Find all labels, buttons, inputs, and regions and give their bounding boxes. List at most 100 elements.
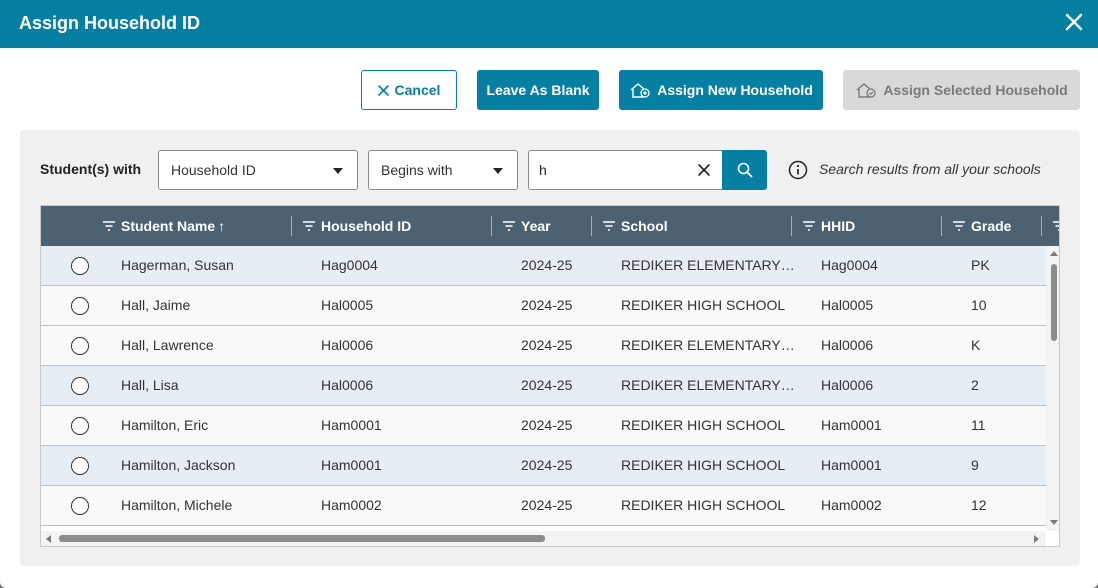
- row-select-radio[interactable]: [71, 377, 89, 395]
- cell-household-id: Hag0004: [321, 257, 378, 273]
- vertical-scroll-thumb[interactable]: [1051, 264, 1057, 341]
- assign-selected-household-label: Assign Selected Household: [883, 82, 1068, 98]
- column-divider[interactable]: [491, 216, 492, 236]
- column-header-household-id[interactable]: Household ID: [303, 206, 411, 246]
- search-field-select[interactable]: Household ID: [158, 150, 358, 190]
- scroll-left-icon[interactable]: [46, 535, 51, 543]
- scroll-right-icon[interactable]: [1034, 535, 1039, 543]
- table-row[interactable]: Hall, Lisa Hal0006 2024-25 REDIKER ELEME…: [41, 366, 1046, 406]
- cell-school: REDIKER ELEMENTARY…: [621, 337, 795, 353]
- cell-year: 2024-25: [521, 457, 573, 473]
- cell-household-id: Hal0005: [321, 297, 374, 313]
- cell-year: 2024-25: [521, 297, 573, 313]
- search-field-value: Household ID: [171, 162, 256, 178]
- column-header-grade[interactable]: Grade: [953, 206, 1011, 246]
- close-icon[interactable]: [1062, 10, 1086, 34]
- search-operator-value: Begins with: [381, 162, 453, 178]
- clear-icon[interactable]: [695, 161, 713, 179]
- cell-household-id: Hal0006: [321, 337, 374, 353]
- house-check-icon: [856, 83, 876, 98]
- cell-year: 2024-25: [521, 377, 573, 393]
- cell-hhid: Hal0006: [821, 377, 874, 393]
- column-header-student-name[interactable]: Student Name ↑: [103, 206, 225, 246]
- search-button[interactable]: [722, 150, 767, 190]
- horizontal-scroll-thumb[interactable]: [59, 535, 545, 542]
- filter-icon[interactable]: [803, 221, 815, 231]
- column-label: Student Name: [121, 218, 216, 234]
- cell-year: 2024-25: [521, 497, 573, 513]
- cell-student-name: Hamilton, Eric: [121, 417, 209, 433]
- cell-hhid: Ham0001: [821, 457, 882, 473]
- horizontal-scrollbar[interactable]: [41, 531, 1046, 546]
- cell-year: 2024-25: [521, 417, 573, 433]
- cell-grade: 10: [971, 297, 987, 313]
- row-select-radio[interactable]: [71, 297, 89, 315]
- filter-icon[interactable]: [503, 221, 515, 231]
- table-row[interactable]: Hall, Lawrence Hal0006 2024-25 REDIKER E…: [41, 326, 1046, 366]
- column-header-hhid[interactable]: HHID: [803, 206, 855, 246]
- grid-header: Student Name ↑ Household ID Year School: [41, 206, 1060, 246]
- search-operator-select[interactable]: Begins with: [368, 150, 518, 190]
- cell-grade: K: [971, 337, 981, 353]
- cancel-button[interactable]: Cancel: [361, 70, 457, 110]
- cell-student-name: Hall, Jaime: [121, 297, 191, 313]
- row-select-radio[interactable]: [71, 457, 89, 475]
- filter-icon[interactable]: [303, 221, 315, 231]
- chevron-down-icon: [493, 168, 503, 174]
- search-input[interactable]: h: [528, 150, 723, 190]
- dialog-title: Assign Household ID: [19, 13, 201, 33]
- assign-selected-household-button[interactable]: Assign Selected Household: [843, 70, 1080, 110]
- filter-icon[interactable]: [953, 221, 965, 231]
- cell-year: 2024-25: [521, 257, 573, 273]
- house-add-icon: [630, 83, 650, 98]
- table-row[interactable]: Hall, Jaime Hal0005 2024-25 REDIKER HIGH…: [41, 286, 1046, 326]
- row-select-radio[interactable]: [71, 337, 89, 355]
- student-with-label: Student(s) with: [40, 161, 142, 177]
- students-grid: Student Name ↑ Household ID Year School: [40, 205, 1060, 547]
- scroll-up-icon[interactable]: [1050, 251, 1058, 256]
- cell-school: REDIKER HIGH SCHOOL: [621, 457, 786, 473]
- column-header-year[interactable]: Year: [503, 206, 551, 246]
- cell-school: REDIKER HIGH SCHOOL: [621, 497, 786, 513]
- column-label: HHID: [821, 218, 856, 234]
- chevron-down-icon: [333, 168, 343, 174]
- row-select-radio[interactable]: [71, 497, 89, 515]
- vertical-scrollbar[interactable]: [1046, 246, 1059, 531]
- column-divider[interactable]: [291, 216, 292, 236]
- table-row[interactable]: Hagerman, Susan Hag0004 2024-25 REDIKER …: [41, 246, 1046, 286]
- column-divider[interactable]: [591, 216, 592, 236]
- assign-new-household-button[interactable]: Assign New Household: [619, 70, 823, 110]
- filter-icon[interactable]: [603, 221, 615, 231]
- filter-icon[interactable]: [1053, 221, 1060, 231]
- table-row[interactable]: Hamilton, Jackson Ham0001 2024-25 REDIKE…: [41, 446, 1046, 486]
- search-scope-note: Search results from all your schools: [819, 161, 1041, 177]
- column-header-school[interactable]: School: [603, 206, 668, 246]
- cancel-button-label: Cancel: [394, 82, 441, 98]
- column-header-next[interactable]: [1053, 206, 1060, 246]
- cell-school: REDIKER ELEMENTARY…: [621, 377, 795, 393]
- cell-grade: PK: [971, 257, 990, 273]
- column-label: Grade: [971, 218, 1012, 234]
- leave-as-blank-button[interactable]: Leave As Blank: [477, 70, 599, 110]
- column-divider[interactable]: [791, 216, 792, 236]
- row-select-radio[interactable]: [71, 417, 89, 435]
- cell-household-id: Ham0002: [321, 497, 382, 513]
- cell-hhid: Hal0006: [821, 337, 874, 353]
- leave-as-blank-label: Leave As Blank: [486, 82, 590, 98]
- cell-student-name: Hamilton, Jackson: [121, 457, 236, 473]
- cell-household-id: Ham0001: [321, 417, 382, 433]
- column-label: Year: [521, 218, 551, 234]
- cell-school: REDIKER HIGH SCHOOL: [621, 297, 786, 313]
- table-row[interactable]: Hamilton, Eric Ham0001 2024-25 REDIKER H…: [41, 406, 1046, 446]
- column-label: School: [621, 218, 668, 234]
- assign-new-household-label: Assign New Household: [657, 82, 813, 98]
- filter-icon[interactable]: [103, 221, 115, 231]
- table-row[interactable]: Hamilton, Michele Ham0002 2024-25 REDIKE…: [41, 486, 1046, 526]
- column-divider[interactable]: [1041, 216, 1042, 236]
- row-select-radio[interactable]: [71, 257, 89, 275]
- scroll-down-icon[interactable]: [1050, 520, 1058, 525]
- cell-student-name: Hamilton, Michele: [121, 497, 233, 513]
- column-divider[interactable]: [941, 216, 942, 236]
- dialog-titlebar: Assign Household ID: [0, 0, 1098, 48]
- info-icon: [788, 160, 808, 180]
